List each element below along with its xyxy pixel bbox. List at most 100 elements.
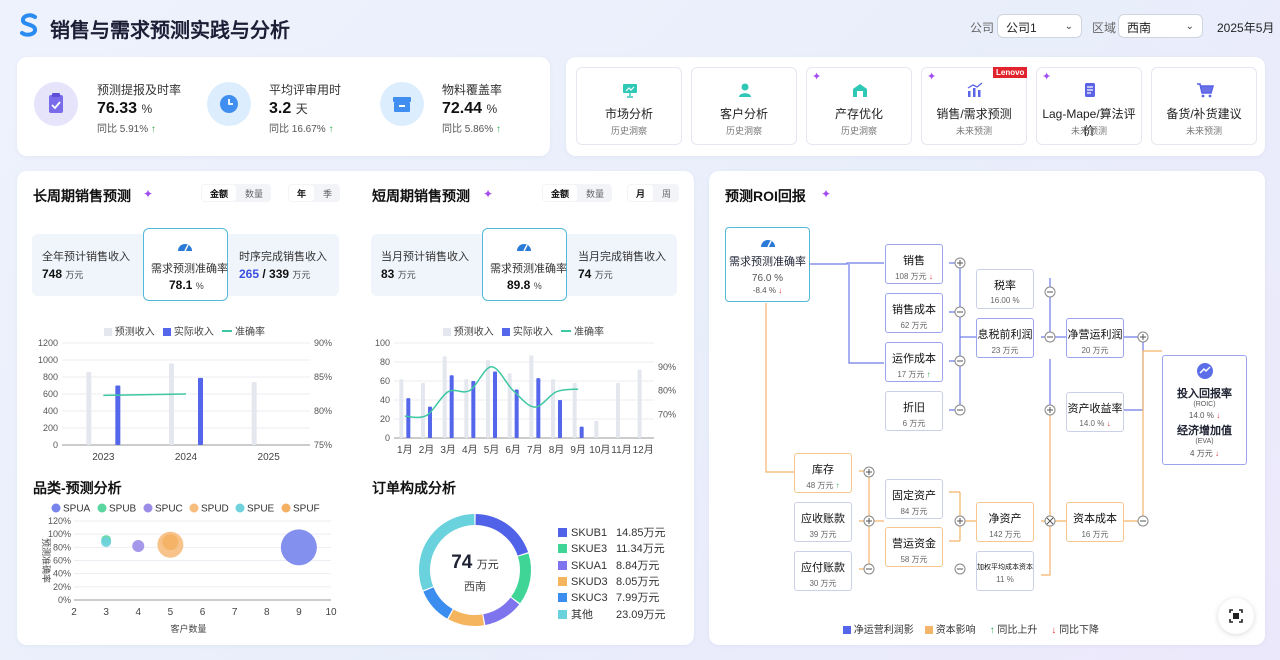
stat-value: 83 万元 (381, 267, 416, 281)
toggle-amount[interactable]: 金额 (202, 185, 237, 201)
roi-node-depreciation[interactable]: 折旧 6 万元 (885, 391, 943, 431)
y-tick-label: 40 (380, 395, 390, 405)
clock-icon (207, 82, 251, 126)
arrow-down-icon: ↓ (778, 286, 783, 295)
nav-market-analysis[interactable]: 市场分析 历史洞察 (576, 67, 682, 145)
forecast-bar (572, 382, 577, 438)
roi-node-sales[interactable]: 销售 108 万元 ↓ (885, 244, 943, 284)
x-tick-label: 8月 (549, 444, 565, 456)
forecast-bar (616, 382, 620, 438)
stat-label: 需求预测准确率 (490, 263, 567, 275)
roi-node-opcost[interactable]: 运作成本 17 万元 ↑ (885, 342, 943, 382)
x-tick-label: 4 (135, 607, 141, 618)
x-tick-label: 10月 (589, 444, 610, 456)
kpi-name: 预测提报及时率 (97, 83, 182, 97)
bubble (162, 534, 179, 551)
forecast-bar (421, 382, 425, 438)
roi-node-nopat[interactable]: 净营运利润 20 万元 (1066, 318, 1124, 358)
category-scatter-chart: SPUA SPUB SPUC SPUD SPUE SPUF 0% 20% 40% 60% 80% 10… (41, 503, 337, 634)
roi-node-net-assets[interactable]: 净资产 142 万元 (976, 502, 1034, 542)
x-tick-label: 6月 (505, 444, 521, 456)
x-tick-label: 7月 (527, 444, 543, 456)
region-select[interactable]: 西南 ⌄ (1118, 14, 1203, 38)
warehouse-icon (853, 84, 867, 97)
nav-sales-forecast[interactable]: 销售/需求预测 未来预测 (921, 67, 1027, 145)
actual-bar (536, 378, 541, 438)
actual-bar (449, 375, 454, 438)
roi-node-cost[interactable]: 销售成本 62 万元 (885, 293, 943, 333)
stat-label: 全年预计销售收入 (42, 251, 130, 263)
roi-root-node[interactable]: 需求预测准确率 76.0 % -8.4 % ↓ (725, 227, 810, 302)
toggle-amount[interactable]: 金额 (543, 185, 578, 201)
y-axis-label: 预测准确率 (41, 538, 52, 583)
y-tick-label: 60% (53, 556, 71, 566)
stat-label: 当月预计销售收入 (381, 251, 469, 263)
long-cycle-title: 长周期销售预测 (33, 188, 131, 204)
page-title: 销售与需求预测实践与分析 (50, 20, 290, 42)
toggle-week[interactable]: 周 (654, 184, 679, 202)
forecast-bar (486, 360, 490, 438)
checklist-icon (1085, 83, 1095, 97)
bubble (132, 540, 145, 553)
user-icon (739, 83, 751, 97)
actual-bar (558, 400, 562, 438)
x-tick-label: 5 (168, 607, 174, 618)
date-display: 2025年5月 (1217, 21, 1275, 35)
nav-customer-analysis[interactable]: 客户分析 历史洞察 (691, 67, 797, 145)
stat-value: 74 万元 (578, 267, 613, 281)
legend-dot (235, 503, 245, 513)
company-select[interactable]: 公司1 ⌄ (997, 14, 1082, 38)
actual-bar (198, 377, 203, 445)
forecast-bar (507, 373, 512, 438)
y2-tick-label: 80% (658, 386, 676, 396)
roi-node-payables[interactable]: 应付账款 30 万元 (794, 551, 852, 591)
roi-node-ebit[interactable]: 息税前利润 23 万元 (976, 318, 1034, 358)
chevron-down-icon: ⌄ (1185, 21, 1194, 32)
forecast-bar (529, 355, 534, 438)
roi-node-inventory[interactable]: 库存 48 万元 ↑ (794, 453, 852, 493)
actual-bar (493, 371, 497, 438)
nav-inventory-optimization[interactable]: 产存优化 历史洞察 (806, 67, 912, 145)
forecast-bar (551, 379, 555, 438)
nav-lag-mape[interactable]: Lag-Mape/算法评价 未来预测 (1036, 67, 1142, 145)
roi-node-working-capital[interactable]: 营运资金 58 万元 (885, 527, 943, 567)
kpi-yoy: 同比 5.91% ↑ (97, 124, 156, 135)
stat-value: 265 / 339 万元 (239, 267, 311, 281)
roi-node-fixed-assets[interactable]: 固定资产 84 万元 (885, 479, 943, 519)
roi-node-asset-yield[interactable]: 资产收益率 14.0 % ↓ (1066, 392, 1124, 432)
toggle-month[interactable]: 月 (628, 185, 654, 201)
y-tick-label: 60 (380, 376, 390, 386)
roi-node-receivables[interactable]: 应收账款 39 万元 (794, 502, 852, 542)
toggle-season[interactable]: 季 (315, 184, 340, 202)
roi-node-capital-cost[interactable]: 资本成本 16 万元 (1066, 502, 1124, 542)
y2-tick-label: 90% (314, 338, 332, 348)
roi-node-wacc[interactable]: 加权平均成本资本 11 % (976, 551, 1034, 591)
nav-replenishment[interactable]: 备货/补货建议 未来预测 (1151, 67, 1257, 145)
y2-tick-label: 85% (314, 372, 332, 382)
actual-bar (514, 389, 519, 438)
donut-center-value: 74 万元 (451, 552, 499, 573)
gauge-icon (517, 244, 531, 252)
sparkle-icon: ✦ (1042, 71, 1052, 83)
y-tick-label: 100 (375, 338, 390, 348)
donut-slice (483, 597, 520, 626)
donut-legend-item: SKUA1 8.84万元 (558, 557, 659, 573)
legend-label: SPUF (293, 504, 320, 515)
forecast-bar (594, 420, 599, 438)
toggle-quantity[interactable]: 数量 (237, 184, 271, 202)
roi-result-node[interactable]: 投入回报率 (ROIC) 14.0 % ↓ 经济增加值 (EVA) 4 万元 ↓ (1162, 355, 1247, 465)
toggle-year[interactable]: 年 (289, 185, 315, 201)
short-period-toggle: 月 周 (627, 184, 680, 202)
roi-node-tax[interactable]: 税率 16.00 % (976, 269, 1034, 309)
x-tick-label: 3月 (440, 444, 456, 456)
x-tick-label: 4月 (462, 444, 478, 456)
arrow-up-icon: ↑ (328, 124, 334, 135)
legend-dot (97, 503, 107, 513)
toggle-quantity[interactable]: 数量 (578, 184, 612, 202)
category-analysis-title: 品类-预测分析 (33, 480, 122, 496)
donut-legend-item: SKUB1 14.85万元 (558, 524, 666, 540)
legend-dot (189, 503, 199, 513)
fullscreen-button[interactable] (1218, 598, 1254, 634)
actual-bar (579, 426, 584, 438)
legend-dot (51, 503, 61, 513)
